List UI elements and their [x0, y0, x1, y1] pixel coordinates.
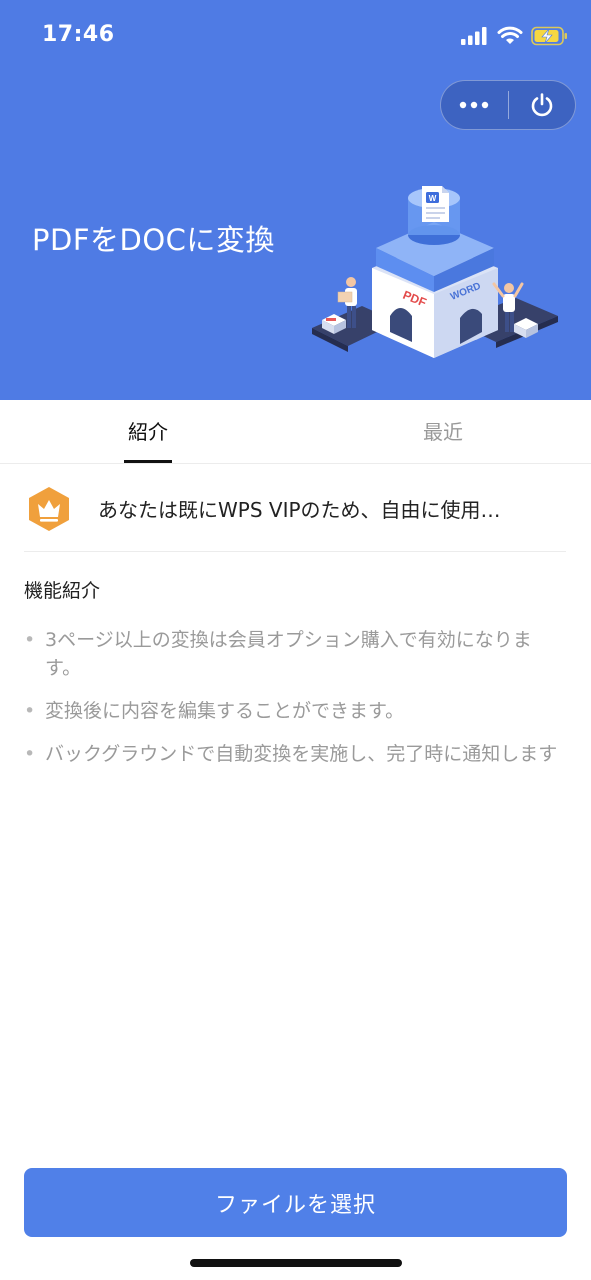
bullet-icon: • — [24, 629, 36, 651]
tab-recent[interactable]: 最近 — [343, 400, 543, 464]
status-icons — [461, 24, 569, 48]
feature-item: • 3ページ以上の変換は会員オプション購入で有効になります。 — [24, 626, 564, 682]
vip-message: あなたは既にWPS VIPのため、自由に使用… — [98, 498, 501, 522]
feature-text: 変換後に内容を編集することができます。 — [45, 700, 405, 722]
home-indicator — [190, 1259, 402, 1267]
select-file-button[interactable]: ファイルを選択 — [24, 1168, 567, 1237]
doc-badge-label: W — [429, 194, 437, 203]
bullet-icon: • — [24, 743, 36, 765]
feature-item: • 変換後に内容を編集することができます。 — [24, 697, 564, 725]
battery-charging-icon — [531, 26, 567, 46]
conversion-illustration: W PDF WORD — [312, 186, 558, 358]
feature-text: 3ページ以上の変換は会員オプション購入で有効になります。 — [45, 629, 532, 679]
bullet-icon: • — [24, 700, 36, 722]
more-button[interactable] — [441, 80, 508, 130]
features-title: 機能紹介 — [24, 580, 101, 602]
crown-icon — [29, 487, 69, 531]
vip-status-row: あなたは既にWPS VIPのため、自由に使用… — [24, 466, 566, 552]
active-tab-indicator — [124, 460, 172, 463]
tab-bar: 紹介 最近 — [0, 400, 591, 464]
tab-intro[interactable]: 紹介 — [48, 400, 248, 464]
close-button[interactable] — [509, 80, 576, 130]
more-icon — [460, 101, 489, 109]
status-time: 17:46 — [42, 22, 115, 47]
header: 17:46 PDFをDOCに変換 W PDF WORD — [0, 0, 591, 400]
feature-list: • 3ページ以上の変換は会員オプション購入で有効になります。 • 変換後に内容を… — [24, 626, 564, 783]
signal-icon — [461, 27, 487, 45]
hero-title: PDFをDOCに変換 — [32, 223, 275, 257]
feature-item: • バックグラウンドで自動変換を実施し、完了時に通知します — [24, 740, 564, 768]
power-icon — [531, 93, 553, 117]
miniprogram-capsule — [440, 80, 576, 130]
wifi-icon — [497, 26, 523, 44]
feature-text: バックグラウンドで自動変換を実施し、完了時に通知します — [45, 743, 558, 765]
